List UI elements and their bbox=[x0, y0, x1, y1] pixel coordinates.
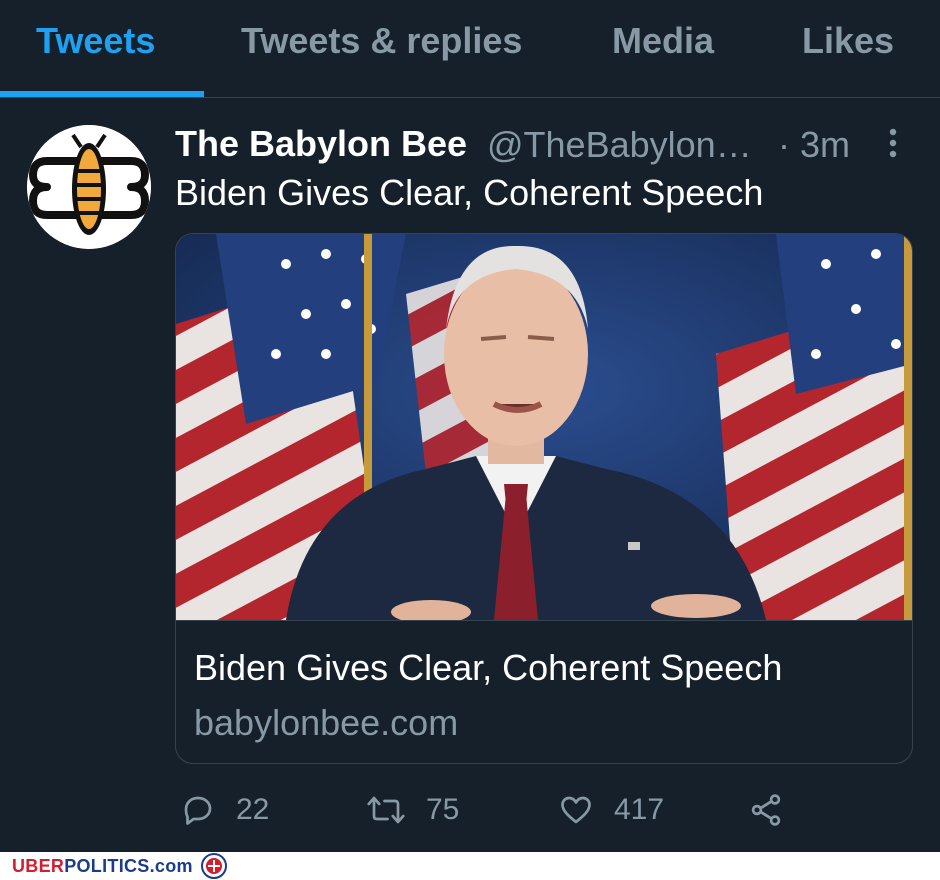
tab-tweets-and-replies[interactable]: Tweets & replies bbox=[241, 20, 522, 62]
watermark-logo-icon bbox=[201, 853, 227, 879]
tab-tweets[interactable]: Tweets bbox=[36, 20, 155, 62]
link-card[interactable]: Biden Gives Clear, Coherent Speech babyl… bbox=[175, 233, 913, 764]
like-icon bbox=[561, 796, 591, 824]
retweet-button[interactable]: 75 bbox=[366, 788, 459, 832]
tab-likes[interactable]: Likes bbox=[802, 20, 894, 62]
tab-media[interactable]: Media bbox=[612, 20, 714, 62]
more-options-button[interactable] bbox=[880, 126, 906, 160]
profile-tabs: Tweets Tweets & replies Media Likes bbox=[0, 0, 940, 98]
reply-button[interactable]: 22 bbox=[180, 788, 269, 832]
like-button[interactable]: 417 bbox=[558, 788, 664, 832]
author-name[interactable]: The Babylon Bee bbox=[175, 123, 467, 165]
babylon-bee-logo-icon bbox=[27, 125, 151, 249]
active-tab-indicator bbox=[0, 91, 204, 97]
watermark-brand-red: UBER bbox=[12, 856, 65, 876]
card-image bbox=[176, 234, 912, 621]
watermark-footer: UBERPOLITICS.com bbox=[0, 852, 940, 880]
retweet-icon bbox=[367, 796, 405, 824]
watermark-brand-blue: POLITICS.com bbox=[64, 856, 193, 876]
card-domain: babylonbee.com bbox=[194, 702, 459, 743]
reply-icon bbox=[184, 796, 212, 825]
author-handle[interactable]: @TheBabylonBee bbox=[487, 124, 762, 166]
reply-count: 22 bbox=[236, 793, 270, 826]
avatar[interactable] bbox=[27, 125, 151, 249]
retweet-count: 75 bbox=[426, 793, 460, 826]
tweet-text: Biden Gives Clear, Coherent Speech bbox=[175, 172, 764, 213]
card-title: Biden Gives Clear, Coherent Speech bbox=[194, 647, 783, 688]
card-photo bbox=[176, 234, 912, 620]
like-count: 417 bbox=[614, 793, 665, 826]
more-vertical-icon bbox=[889, 128, 897, 158]
share-icon bbox=[751, 794, 781, 826]
share-button[interactable] bbox=[748, 788, 784, 832]
watermark-text: UBERPOLITICS.com bbox=[12, 856, 193, 877]
tweet-timestamp[interactable]: · 3m bbox=[778, 124, 850, 166]
